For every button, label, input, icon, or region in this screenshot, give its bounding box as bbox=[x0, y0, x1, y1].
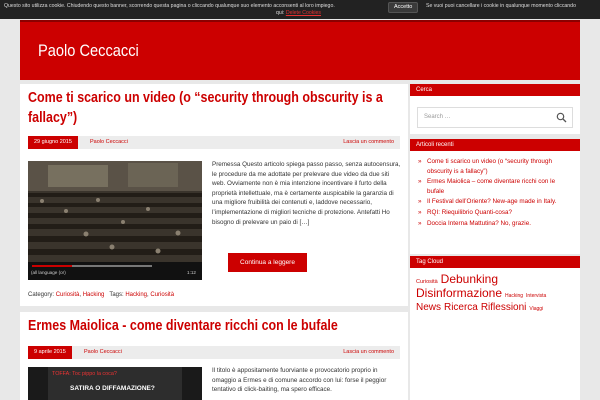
post-date[interactable]: 29 giugno 2015 bbox=[28, 136, 78, 149]
tag-link[interactable]: Viaggi bbox=[529, 306, 543, 312]
cookie-banner: Questo sito utilizza cookie. Chiudendo q… bbox=[0, 0, 600, 19]
comment-link[interactable]: Lascia un commento bbox=[343, 349, 394, 355]
tag-link[interactable]: Ricerca bbox=[444, 302, 478, 313]
category-label: Category: bbox=[28, 292, 55, 298]
cookie-accept-button[interactable]: Accetto bbox=[388, 2, 419, 13]
comment-link[interactable]: Lascia un commento bbox=[343, 139, 394, 145]
search-input[interactable]: Search … bbox=[417, 107, 573, 128]
cookie-text-secondary: Se vuoi puoi cancellare i cookie in qual… bbox=[426, 3, 576, 9]
tags-label: Tags: bbox=[109, 292, 124, 298]
cookie-text: Questo sito utilizza cookie. Chiudendo q… bbox=[4, 3, 335, 9]
widget-title: Cerca bbox=[410, 84, 580, 96]
recent-post-link[interactable]: Doccia Interna Mattutina? No, grazie. bbox=[418, 219, 572, 229]
recent-post-link[interactable]: Come ti scarico un video (o “security th… bbox=[418, 157, 572, 176]
category-link[interactable]: Curiosità bbox=[56, 292, 80, 298]
tag-link[interactable]: Hacking bbox=[505, 293, 523, 299]
post-card: Come ti scarico un video (o “security th… bbox=[20, 84, 408, 306]
recent-posts-widget: Articoli recenti Come ti scarico un vide… bbox=[410, 139, 580, 254]
widget-title: Tag Cloud bbox=[410, 256, 580, 268]
recent-post-link[interactable]: Ermes Maiolica – come diventare ricchi c… bbox=[418, 177, 572, 196]
tag-link[interactable]: Debunking bbox=[441, 272, 498, 286]
post-taxonomy: Category: Curiosità, Hacking Tags: Hacki… bbox=[28, 292, 175, 298]
recent-posts-list: Come ti scarico un video (o “security th… bbox=[410, 151, 580, 228]
tag-link[interactable]: Hacking bbox=[125, 292, 147, 298]
tag-link[interactable]: Disinformazione bbox=[416, 286, 502, 300]
post-thumbnail[interactable]: TOFFA: Toc pippo la coca? SATIRA O DIFFA… bbox=[28, 367, 202, 400]
post-card: Ermes Maiolica - come diventare ricchi c… bbox=[20, 312, 408, 400]
main-content: Come ti scarico un video (o “security th… bbox=[20, 84, 408, 400]
tag-link[interactable]: Curiosità bbox=[150, 292, 174, 298]
post-author[interactable]: Paolo Ceccacci bbox=[84, 349, 122, 355]
parliament-video-image bbox=[28, 161, 202, 280]
recent-post-link[interactable]: Il Festival dell’Oriente? New-age made i… bbox=[418, 197, 572, 207]
post-thumbnail[interactable]: (all language (or) 1:12 bbox=[28, 161, 202, 280]
search-widget: Cerca Search … bbox=[410, 84, 580, 134]
search-icon[interactable] bbox=[556, 112, 567, 125]
post-excerpt: Premessa Questo articolo spiega passo pa… bbox=[212, 161, 401, 226]
category-link[interactable]: Hacking bbox=[83, 292, 105, 298]
recent-post-link[interactable]: RQI: Riequilibrio Quanti-cosa? bbox=[418, 208, 572, 218]
post-meta: 29 giugno 2015 Paolo Ceccacci Lascia un … bbox=[28, 136, 400, 149]
tag-link[interactable]: Riflessioni bbox=[481, 302, 527, 313]
thumbnail-caption: TOFFA: Toc pippo la coca? bbox=[52, 371, 117, 377]
video-time: 1:12 bbox=[187, 270, 196, 275]
cookie-qui-label: qui: bbox=[276, 10, 285, 16]
video-caption: (all language (or) bbox=[31, 270, 66, 275]
post-author[interactable]: Paolo Ceccacci bbox=[90, 139, 128, 145]
tag-cloud-widget: Tag Cloud Curiosità Debunking Disinforma… bbox=[410, 256, 580, 400]
post-excerpt: Il titolo è appositamente fuorviante e p… bbox=[212, 367, 387, 394]
read-more-button[interactable]: Continua a leggere bbox=[228, 253, 307, 272]
tag-link[interactable]: Intervista bbox=[526, 293, 546, 299]
tag-link[interactable]: News bbox=[416, 302, 441, 313]
post-title[interactable]: Come ti scarico un video (o “security th… bbox=[28, 88, 406, 128]
widget-title: Articoli recenti bbox=[410, 139, 580, 151]
post-meta: 9 aprile 2015 Paolo Ceccacci Lascia un c… bbox=[28, 346, 400, 359]
cookie-text-tertiary: qui: Delete Cookies bbox=[276, 10, 321, 17]
tag-link[interactable]: Curiosità bbox=[416, 279, 438, 285]
delete-cookies-link[interactable]: Delete Cookies bbox=[286, 10, 321, 16]
post-title[interactable]: Ermes Maiolica - come diventare ricchi c… bbox=[28, 316, 424, 336]
site-title[interactable]: Paolo Ceccacci bbox=[38, 41, 139, 61]
search-placeholder: Search … bbox=[424, 114, 451, 120]
tag-cloud: Curiosità Debunking Disinformazione Hack… bbox=[410, 268, 580, 315]
thumbnail-headline: SATIRA O DIFFAMAZIONE? bbox=[70, 385, 155, 392]
post-date[interactable]: 9 aprile 2015 bbox=[28, 346, 72, 359]
site-header: Paolo Ceccacci bbox=[20, 20, 580, 80]
